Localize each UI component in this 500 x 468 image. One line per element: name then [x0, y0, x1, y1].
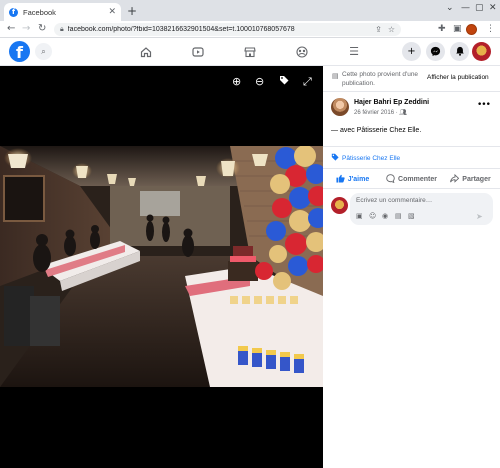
groups-icon[interactable] — [293, 43, 311, 61]
lock-icon[interactable]: 🔒︎ — [60, 25, 64, 34]
gif-icon[interactable]: ▤ — [395, 212, 402, 220]
facebook-header: f ⌕ ☰ + — [0, 38, 500, 66]
notice-text: Cette photo provient d'une publication. — [342, 71, 419, 87]
new-tab-icon[interactable]: + — [127, 4, 137, 18]
zoom-in-icon[interactable]: ⊕ — [232, 75, 241, 88]
share-page-icon[interactable]: ⇪ — [375, 25, 382, 34]
extensions-puzzle-icon[interactable]: ✚ — [438, 24, 446, 34]
audience-friends-icon: 👥︎ — [399, 109, 407, 116]
comment-input[interactable] — [356, 197, 486, 204]
maximize-icon[interactable]: ▢ — [475, 3, 484, 13]
chevron-down-icon[interactable]: ⌄ — [446, 3, 454, 13]
browser-tab[interactable]: f Facebook ✕ — [4, 3, 121, 21]
view-post-link[interactable]: Afficher la publication — [427, 74, 489, 81]
more-options-icon[interactable]: ••• — [477, 100, 491, 110]
comment-label: Commenter — [398, 175, 437, 183]
fullscreen-icon[interactable]: ⤢ — [303, 75, 312, 89]
avatar-sticker-icon[interactable]: ▧ — [408, 212, 415, 220]
home-icon[interactable] — [137, 43, 155, 61]
restaurant-photo[interactable] — [0, 146, 323, 387]
author-avatar[interactable] — [331, 98, 349, 116]
post-source-icon: ▤ — [332, 72, 339, 80]
menu-icon[interactable]: ☰ — [345, 43, 363, 61]
post-date[interactable]: 26 février 2016 · 👥︎ — [354, 109, 407, 116]
emoji-icon[interactable]: ☺ — [369, 212, 376, 220]
camera-icon[interactable]: ◉ — [382, 212, 388, 220]
profile-avatar[interactable] — [466, 24, 477, 35]
tab-title: Facebook — [23, 7, 56, 17]
photo-viewer: ⊕ ⊖ ⤢ — [0, 66, 323, 468]
marketplace-icon[interactable] — [241, 43, 259, 61]
comment-button[interactable]: Commenter — [382, 172, 441, 186]
send-icon[interactable]: ➤ — [476, 212, 483, 221]
address-bar[interactable]: 🔒︎ facebook.com/photo/?fbid=103821663290… — [54, 23, 401, 36]
share-button[interactable]: Partager — [441, 172, 500, 186]
share-icon — [450, 173, 460, 185]
caption-tag-link[interactable]: Pâtisserie Chez Elle — [357, 127, 420, 134]
post-side-panel: ▤ Cette photo provient d'une publication… — [323, 66, 500, 468]
account-avatar[interactable] — [472, 42, 491, 61]
author-name[interactable]: Hajer Bahri Ep Zeddini — [354, 99, 429, 106]
thumbs-up-icon — [336, 174, 345, 185]
like-button[interactable]: J'aime — [323, 172, 382, 186]
back-icon[interactable]: ← — [7, 23, 15, 35]
messenger-icon[interactable] — [426, 42, 445, 61]
caption-prefix: — avec — [331, 127, 357, 134]
reload-icon[interactable]: ↻ — [38, 23, 46, 35]
notifications-icon[interactable] — [450, 42, 469, 61]
caption-suffix: . — [419, 127, 422, 134]
tab-close-icon[interactable]: ✕ — [108, 7, 116, 17]
post-date-text: 26 février 2016 · — [354, 110, 400, 116]
search-icon[interactable]: ⌕ — [35, 43, 52, 60]
like-label: J'aime — [347, 175, 370, 183]
divider — [323, 188, 500, 189]
close-window-icon[interactable]: ✕ — [489, 3, 497, 13]
browser-tabstrip: f Facebook ✕ + ⌄ — ▢ ✕ — [0, 0, 500, 21]
post-actions: J'aime Commenter Partager — [323, 172, 500, 186]
divider — [323, 146, 500, 147]
post-caption: — avec Pâtisserie Chez Elle. — [331, 127, 421, 134]
comment-icon — [386, 173, 395, 185]
tag-icon[interactable] — [279, 75, 289, 88]
video-icon[interactable] — [189, 43, 207, 61]
side-panel-icon[interactable]: ▣ — [453, 24, 462, 34]
chrome-menu-icon[interactable]: ⋮ — [486, 24, 495, 34]
minimize-icon[interactable]: — — [461, 3, 470, 13]
tagged-page[interactable]: Pâtisserie Chez Elle — [331, 153, 400, 163]
zoom-out-icon[interactable]: ⊖ — [255, 75, 264, 88]
facebook-favicon-icon: f — [9, 7, 18, 17]
sticker-icon[interactable]: ▣ — [356, 212, 363, 220]
commenter-avatar[interactable] — [331, 197, 348, 214]
divider — [323, 168, 500, 169]
comment-composer[interactable]: ▣ ☺ ◉ ▤ ▧ ➤ — [350, 193, 493, 225]
tagged-page-label: Pâtisserie Chez Elle — [342, 154, 401, 162]
facebook-logo[interactable]: f — [9, 41, 30, 62]
url-text[interactable]: facebook.com/photo/?fbid=103821663290150… — [68, 26, 369, 33]
bookmark-star-icon[interactable]: ☆ — [388, 25, 395, 34]
create-icon[interactable]: + — [402, 42, 421, 61]
divider — [323, 91, 500, 92]
forward-icon[interactable]: → — [22, 23, 30, 35]
tag-icon — [331, 153, 339, 163]
share-label: Partager — [462, 175, 491, 183]
browser-toolbar: ← → ↻ 🔒︎ facebook.com/photo/?fbid=103821… — [0, 21, 500, 38]
